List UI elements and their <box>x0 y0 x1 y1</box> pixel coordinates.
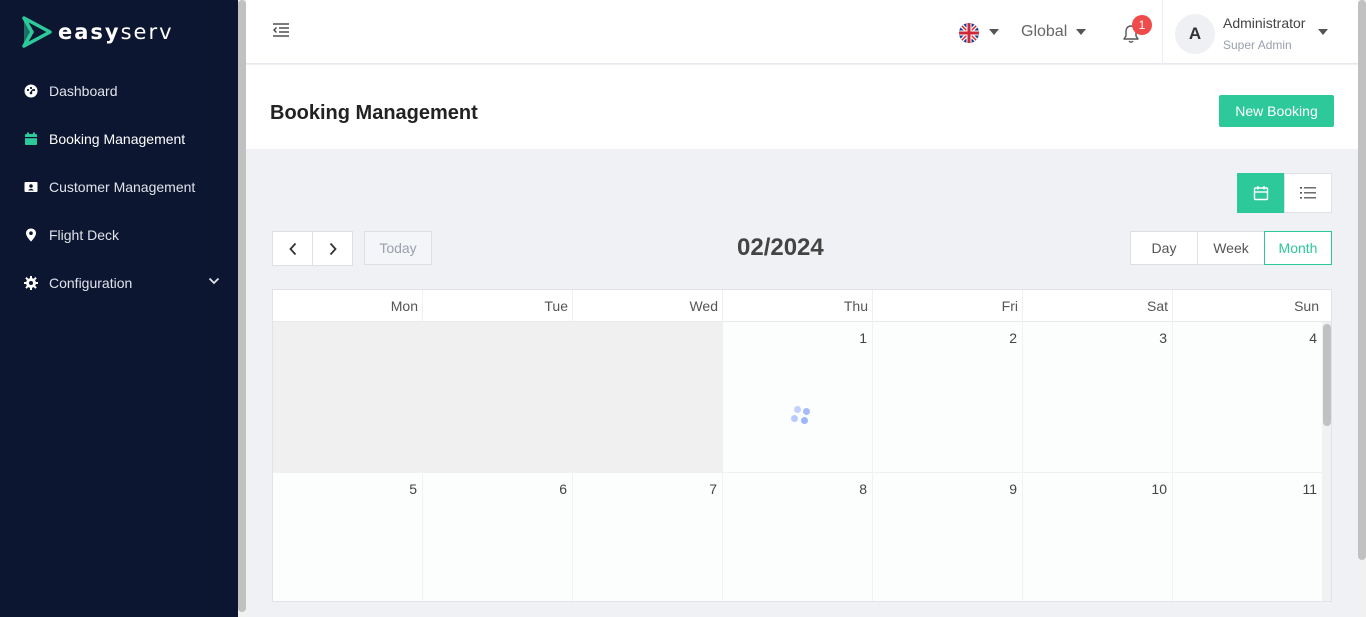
calendar-view-toggle[interactable] <box>1237 173 1285 213</box>
gear-icon <box>24 276 38 290</box>
avatar[interactable]: A <box>1175 14 1215 54</box>
weekday-header: Fri <box>873 290 1023 322</box>
prev-month-button[interactable] <box>272 231 313 266</box>
day-number: 4 <box>1309 330 1317 346</box>
day-number: 3 <box>1159 330 1167 346</box>
sidebar-item-label: Customer Management <box>49 179 196 195</box>
weekday-header: Wed <box>573 290 723 322</box>
chevron-down-icon[interactable] <box>208 277 220 285</box>
dashboard-icon <box>24 84 38 98</box>
calendar-day-cell[interactable]: 3 <box>1023 322 1173 473</box>
page-title: Booking Management <box>270 102 478 124</box>
language-caret-icon[interactable] <box>989 29 999 35</box>
user-role: Super Admin <box>1223 38 1292 52</box>
calendar-day-cell[interactable]: 1 <box>723 322 873 473</box>
calendar-icon <box>25 132 37 145</box>
day-number: 6 <box>559 481 567 497</box>
calendar-day-cell[interactable]: 8 <box>723 473 873 601</box>
weekday-header: Sun <box>1294 298 1319 314</box>
logo[interactable]: easyserv <box>22 16 174 48</box>
calendar-week-row: 5 6 7 8 9 10 11 <box>273 473 1323 601</box>
loading-spinner-icon <box>791 405 815 429</box>
page-scrollbar[interactable] <box>1358 0 1366 617</box>
top-header: Global 1 A Administrator Super Admin <box>246 0 1358 64</box>
weekday-header: Tue <box>423 290 573 322</box>
weekday-header: Thu <box>723 290 873 322</box>
new-booking-button[interactable]: New Booking <box>1219 95 1334 127</box>
next-month-button[interactable] <box>312 231 353 266</box>
sidebar: easyserv Dashboard Booking Management Cu… <box>0 0 238 617</box>
region-caret-icon[interactable] <box>1076 29 1086 35</box>
sidebar-item-customer-management[interactable]: Customer Management <box>0 163 238 211</box>
sidebar-nav: Dashboard Booking Management Customer Ma… <box>0 67 238 307</box>
day-view-button[interactable]: Day <box>1130 231 1198 265</box>
calendar-title: 02/2024 <box>737 234 824 261</box>
weekday-header: Mon <box>273 290 423 322</box>
chevron-right-icon <box>329 242 337 255</box>
sidebar-item-label: Booking Management <box>49 131 186 147</box>
calendar-day-cell[interactable]: 10 <box>1023 473 1173 601</box>
sidebar-item-configuration[interactable]: Configuration <box>0 259 238 307</box>
day-number: 8 <box>859 481 867 497</box>
calendar-grid: Mon Tue Wed Thu Fri Sat Sun 1 2 3 4 5 6 … <box>272 289 1332 602</box>
contact-card-icon <box>24 182 38 192</box>
sidebar-item-label: Configuration <box>49 275 133 291</box>
today-button[interactable]: Today <box>364 231 432 265</box>
calendar-day-cell[interactable]: 11 <box>1173 473 1323 601</box>
sidebar-scrollbar-thumb[interactable] <box>238 0 246 612</box>
map-pin-icon <box>26 228 36 242</box>
chevron-left-icon <box>288 242 296 255</box>
header-divider <box>1162 0 1163 64</box>
calendar-day-cell[interactable]: 9 <box>873 473 1023 601</box>
user-menu-caret-icon[interactable] <box>1318 29 1328 35</box>
calendar-day-cell[interactable] <box>573 322 723 473</box>
calendar-day-cell[interactable] <box>273 322 423 473</box>
sidebar-item-label: Flight Deck <box>49 227 120 243</box>
calendar-week-row: 1 2 3 4 <box>273 322 1323 473</box>
day-number: 2 <box>1009 330 1017 346</box>
sidebar-item-label: Dashboard <box>49 83 118 99</box>
logo-text: easyserv <box>58 20 174 44</box>
logo-icon <box>22 16 52 48</box>
page-title-bar: Booking Management New Booking <box>246 65 1358 149</box>
weekday-header: Sat <box>1023 290 1173 322</box>
list-icon <box>1300 187 1316 199</box>
calendar-day-cell[interactable] <box>423 322 573 473</box>
weekday-header-row: Mon Tue Wed Thu Fri Sat Sun <box>273 290 1331 322</box>
calendar-scrollbar[interactable] <box>1323 322 1331 601</box>
calendar-icon <box>1253 186 1269 201</box>
notification-badge: 1 <box>1132 15 1152 35</box>
page-scrollbar-thumb[interactable] <box>1358 0 1366 560</box>
day-number: 9 <box>1009 481 1017 497</box>
sidebar-item-dashboard[interactable]: Dashboard <box>0 67 238 115</box>
day-number: 5 <box>409 481 417 497</box>
calendar-day-cell[interactable]: 7 <box>573 473 723 601</box>
day-number: 1 <box>859 330 867 346</box>
calendar-scrollbar-thumb[interactable] <box>1323 324 1331 426</box>
week-view-button[interactable]: Week <box>1197 231 1265 265</box>
calendar-day-cell[interactable]: 2 <box>873 322 1023 473</box>
collapse-menu-icon[interactable] <box>272 22 290 38</box>
day-number: 10 <box>1151 481 1167 497</box>
sidebar-scrollbar[interactable] <box>238 0 246 617</box>
sidebar-item-flight-deck[interactable]: Flight Deck <box>0 211 238 259</box>
calendar-day-cell[interactable]: 4 <box>1173 322 1323 473</box>
day-number: 11 <box>1302 481 1317 497</box>
day-number: 7 <box>709 481 717 497</box>
region-selector[interactable]: Global <box>1021 23 1067 41</box>
uk-flag-icon[interactable] <box>959 23 979 43</box>
calendar-day-cell[interactable]: 5 <box>273 473 423 601</box>
calendar-day-cell[interactable]: 6 <box>423 473 573 601</box>
user-name[interactable]: Administrator <box>1223 15 1305 31</box>
list-view-toggle[interactable] <box>1284 173 1332 213</box>
month-view-button[interactable]: Month <box>1264 231 1332 265</box>
sidebar-item-booking-management[interactable]: Booking Management <box>0 115 238 163</box>
